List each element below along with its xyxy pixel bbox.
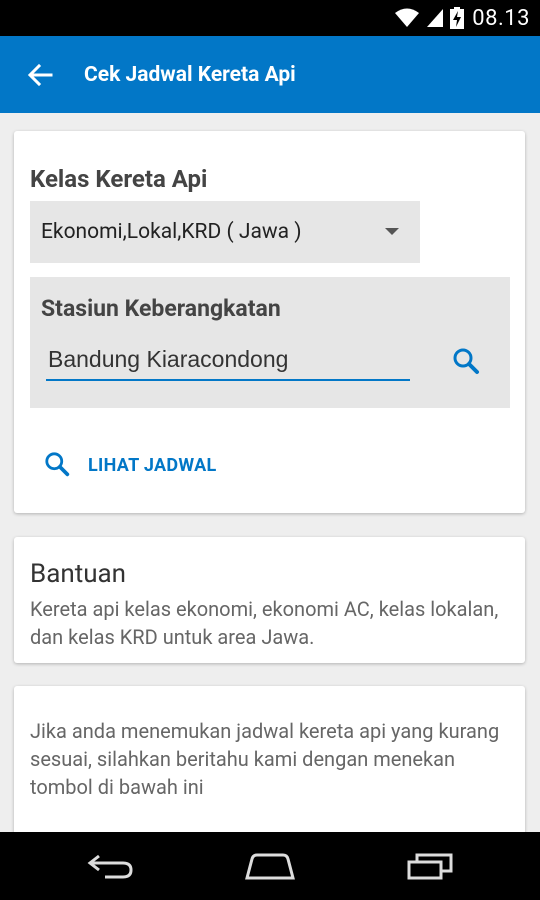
search-icon [453,348,479,374]
page-title: Cek Jadwal Kereta Api [84,62,296,87]
status-bar: 08.13 [0,0,540,36]
schedule-form-card: Kelas Kereta Api Ekonomi,Lokal,KRD ( Jaw… [14,131,525,513]
battery-charging-icon [450,7,465,29]
view-schedule-label: LIHAT JADWAL [88,454,217,476]
app-bar: Cek Jadwal Kereta Api [0,36,540,113]
arrow-back-icon [27,63,53,86]
nav-back-button[interactable] [78,846,142,886]
departure-station-section: Stasiun Keberangkatan [30,277,510,408]
station-label: Stasiun Keberangkatan [41,295,281,322]
back-button[interactable] [20,55,60,95]
class-dropdown[interactable]: Ekonomi,Lokal,KRD ( Jawa ) [30,201,420,263]
view-schedule-button[interactable]: LIHAT JADWAL [44,449,217,481]
status-icons: 08.13 [394,0,530,36]
class-label: Kelas Kereta Api [30,165,208,193]
nav-recents-button[interactable] [398,846,462,886]
nav-home-button[interactable] [238,846,302,886]
dropdown-arrow-icon [385,228,399,235]
signal-icon [427,9,444,27]
help-card: Bantuan Kereta api kelas ekonomi, ekonom… [14,537,525,663]
search-icon [45,452,70,477]
class-dropdown-value: Ekonomi,Lokal,KRD ( Jawa ) [41,220,302,244]
nav-back-icon [87,854,133,879]
nav-recents-icon [407,853,453,880]
station-input[interactable] [46,343,410,381]
system-nav-bar [0,832,540,900]
station-search-button[interactable] [452,347,482,377]
nav-home-icon [245,853,295,880]
help-title: Bantuan [30,559,127,589]
feedback-text: Jika anda menemukan jadwal kereta api ya… [30,719,500,799]
help-text: Kereta api kelas ekonomi, ekonomi AC, ke… [30,597,499,649]
status-time: 08.13 [472,5,530,31]
wifi-icon [395,8,420,27]
